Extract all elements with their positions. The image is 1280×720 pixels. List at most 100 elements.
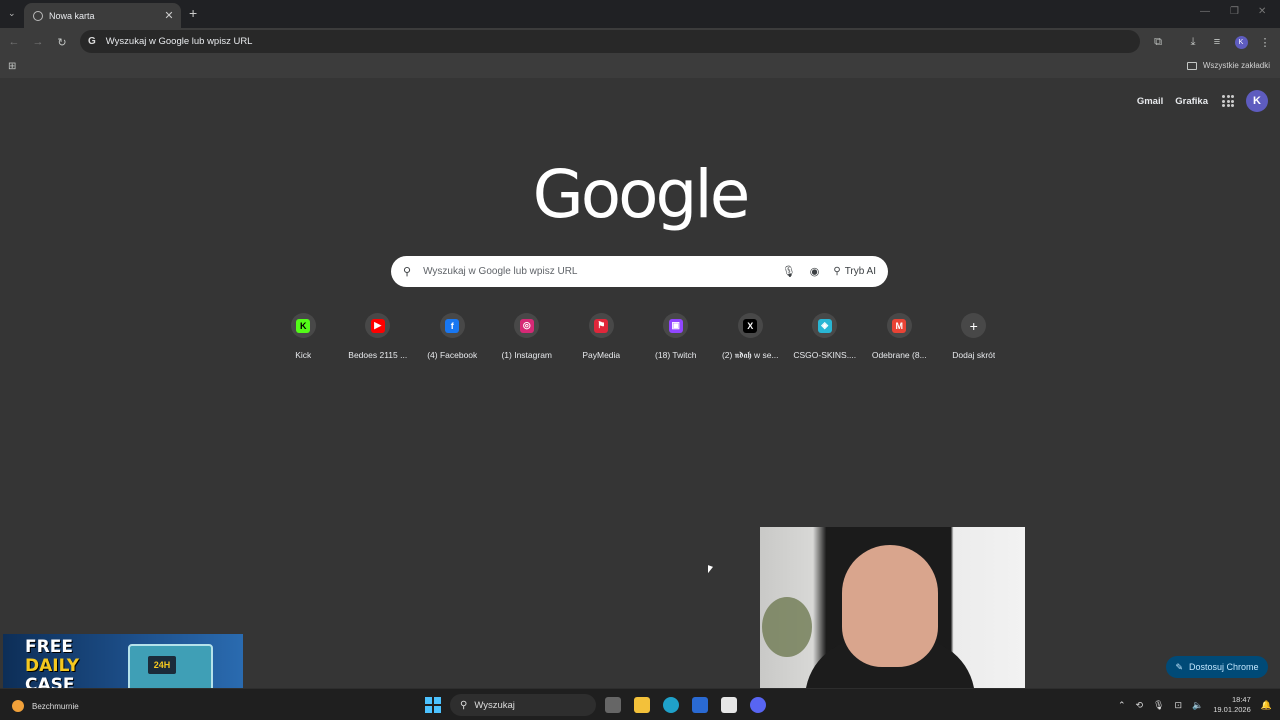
tab-new-tab[interactable]: Nowa karta ✕: [24, 3, 181, 28]
shortcut-tile[interactable]: M Odebrane (8...: [862, 313, 937, 361]
new-tab-button[interactable]: +: [189, 5, 197, 21]
shortcut-label: CSGO-SKINS....: [793, 350, 857, 360]
back-icon[interactable]: ←: [5, 33, 23, 51]
shortcut-tile[interactable]: ▶ Bedoes 2115 ...: [341, 313, 416, 361]
download-icon[interactable]: ⤓: [1184, 33, 1202, 51]
shortcut-icon-circle: ◈: [812, 313, 838, 338]
shortcut-label: (4) Facebook: [427, 350, 478, 360]
close-tab-icon[interactable]: ✕: [163, 9, 175, 22]
discord-icon[interactable]: [750, 697, 766, 713]
shortcut-icon-circle: ⚑: [588, 313, 614, 338]
tab-search-chevron-icon[interactable]: ⌄: [8, 8, 16, 19]
shortcut-icon-circle: K: [290, 313, 316, 338]
weather-widget[interactable]: Bezchmurnie: [12, 700, 79, 712]
shortcut-icon-circle: f: [439, 313, 465, 338]
minimize-icon[interactable]: —: [1200, 6, 1210, 17]
gmail-link[interactable]: Gmail: [1137, 96, 1163, 107]
forward-icon[interactable]: →: [29, 33, 47, 51]
shortcut-label: Odebrane (8...: [871, 350, 927, 360]
notifications-icon[interactable]: 🔔: [1261, 700, 1272, 711]
shortcut-tile[interactable]: X (2) 𝖓𝖉𝖆𝖍 w se...: [713, 313, 788, 361]
network-icon[interactable]: ⊡: [1174, 700, 1182, 711]
all-bookmarks-button[interactable]: Wszystkie zakładki: [1186, 61, 1270, 70]
promo-badge: 24H: [148, 656, 176, 674]
tray-mic-icon[interactable]: 🎙: [1153, 700, 1164, 711]
shortcuts-row: K Kick ▶ Bedoes 2115 ... f (4) Facebook ◎ (1) I…: [266, 313, 1011, 361]
customize-chrome-label: Dostosuj Chrome: [1189, 662, 1259, 672]
shortcut-tile[interactable]: ⚑ PayMedia: [564, 313, 639, 361]
weather-sun-icon: [12, 700, 24, 712]
taskbar-search[interactable]: ⚲ Wyszukaj: [450, 694, 596, 716]
shortcut-label: (18) Twitch: [655, 350, 697, 360]
shortcut-label: Kick: [295, 350, 312, 360]
shortcut-icon-circle: +: [961, 313, 987, 338]
tray-sync-icon[interactable]: ⟲: [1135, 700, 1143, 711]
shortcut-label: PayMedia: [582, 350, 621, 360]
folder-icon: [1186, 61, 1197, 70]
shortcut-label: Dodaj skrót: [952, 350, 996, 360]
gmail-icon: M: [892, 318, 907, 333]
omnibox-placeholder: Wyszukaj w Google lub wpisz URL: [105, 36, 253, 47]
profile-avatar-button[interactable]: K: [1232, 33, 1250, 51]
youtube-icon: ▶: [370, 318, 385, 333]
instagram-icon: ◎: [519, 318, 534, 333]
clock[interactable]: 18:47 19.01.2026: [1213, 695, 1251, 715]
file-explorer-icon[interactable]: [634, 697, 650, 713]
mouse-cursor: [708, 565, 713, 575]
ai-mode-button[interactable]: ⚲ Tryb AI: [833, 266, 876, 277]
outlook-icon[interactable]: [692, 697, 708, 713]
shortcut-tile[interactable]: f (4) Facebook: [415, 313, 490, 361]
account-avatar[interactable]: K: [1246, 90, 1268, 112]
pencil-icon: ✎: [1175, 661, 1183, 672]
plus-icon: +: [966, 318, 981, 334]
taskbar-search-icon: ⚲: [460, 699, 468, 711]
customize-chrome-button[interactable]: ✎ Dostosuj Chrome: [1166, 656, 1268, 678]
shortcut-icon-circle: X: [737, 313, 763, 338]
browser-toolbar: ← → ↻ G Wyszukaj w Google lub wpisz URL …: [0, 28, 1280, 56]
shortcut-tile[interactable]: ◎ (1) Instagram: [490, 313, 565, 361]
paymedia-icon: ⚑: [594, 318, 609, 333]
media-control-icon[interactable]: ≡: [1208, 33, 1226, 51]
shortcut-tile[interactable]: K Kick: [266, 313, 341, 361]
ai-sparkle-icon: ⚲: [833, 266, 841, 277]
x-icon: X: [743, 318, 758, 333]
windows-start-icon[interactable]: [425, 697, 441, 713]
task-view-icon[interactable]: [605, 697, 621, 713]
extensions-icon[interactable]: ⧉: [1149, 33, 1167, 51]
facebook-icon: f: [445, 318, 460, 333]
google-g-icon: G: [88, 36, 96, 47]
google-apps-icon[interactable]: [1222, 95, 1234, 107]
search-input[interactable]: Wyszukaj w Google lub wpisz URL: [423, 266, 768, 277]
shortcut-tile[interactable]: ◈ CSGO-SKINS....: [788, 313, 863, 361]
tray-chevron-icon[interactable]: ⌃: [1118, 700, 1126, 711]
shortcut-icon-circle: ▣: [663, 313, 689, 338]
windows-taskbar: Bezchmurnie ⚲ Wyszukaj ⌃ ⟲ 🎙 ⊡ 🔈 18:47 1…: [0, 688, 1280, 720]
google-lens-icon[interactable]: ◉: [810, 265, 820, 278]
shortcut-tile[interactable]: ▣ (18) Twitch: [639, 313, 714, 361]
chrome-favicon-icon: [33, 10, 43, 21]
volume-icon[interactable]: 🔈: [1192, 700, 1203, 711]
menu-kebab-icon[interactable]: ⋮: [1256, 33, 1274, 51]
shortcut-icon-circle: ▶: [365, 313, 391, 338]
weather-label: Bezchmurnie: [32, 701, 79, 711]
system-tray: ⌃ ⟲ 🎙 ⊡ 🔈 18:47 19.01.2026 🔔: [1108, 695, 1272, 715]
profile-avatar: K: [1234, 35, 1248, 49]
shortcut-label: (2) 𝖓𝖉𝖆𝖍 w se...: [721, 350, 779, 360]
maximize-icon[interactable]: ❐: [1230, 6, 1239, 17]
microphone-icon[interactable]: 🎙: [782, 265, 796, 278]
shortcut-label: (1) Instagram: [501, 350, 553, 360]
close-window-icon[interactable]: ✕: [1258, 6, 1266, 17]
ai-mode-label: Tryb AI: [844, 266, 876, 277]
images-link[interactable]: Grafika: [1175, 96, 1208, 107]
shortcut-icon-circle: ◎: [514, 313, 540, 338]
taskbar-search-label: Wyszukaj: [474, 699, 515, 711]
omnibox[interactable]: G Wyszukaj w Google lub wpisz URL: [80, 30, 1140, 53]
search-box[interactable]: ⚲ Wyszukaj w Google lub wpisz URL 🎙 ◉ ⚲ …: [391, 256, 888, 287]
bookmarks-bar: ⊞ Wszystkie zakładki: [0, 56, 1280, 78]
shortcut-tile[interactable]: + Dodaj skrót: [937, 313, 1012, 361]
apps-grid-icon[interactable]: ⊞: [8, 61, 16, 72]
store-icon[interactable]: [721, 697, 737, 713]
edge-icon[interactable]: [663, 697, 679, 713]
reload-icon[interactable]: ↻: [53, 33, 71, 51]
clock-time: 18:47: [1232, 695, 1251, 704]
